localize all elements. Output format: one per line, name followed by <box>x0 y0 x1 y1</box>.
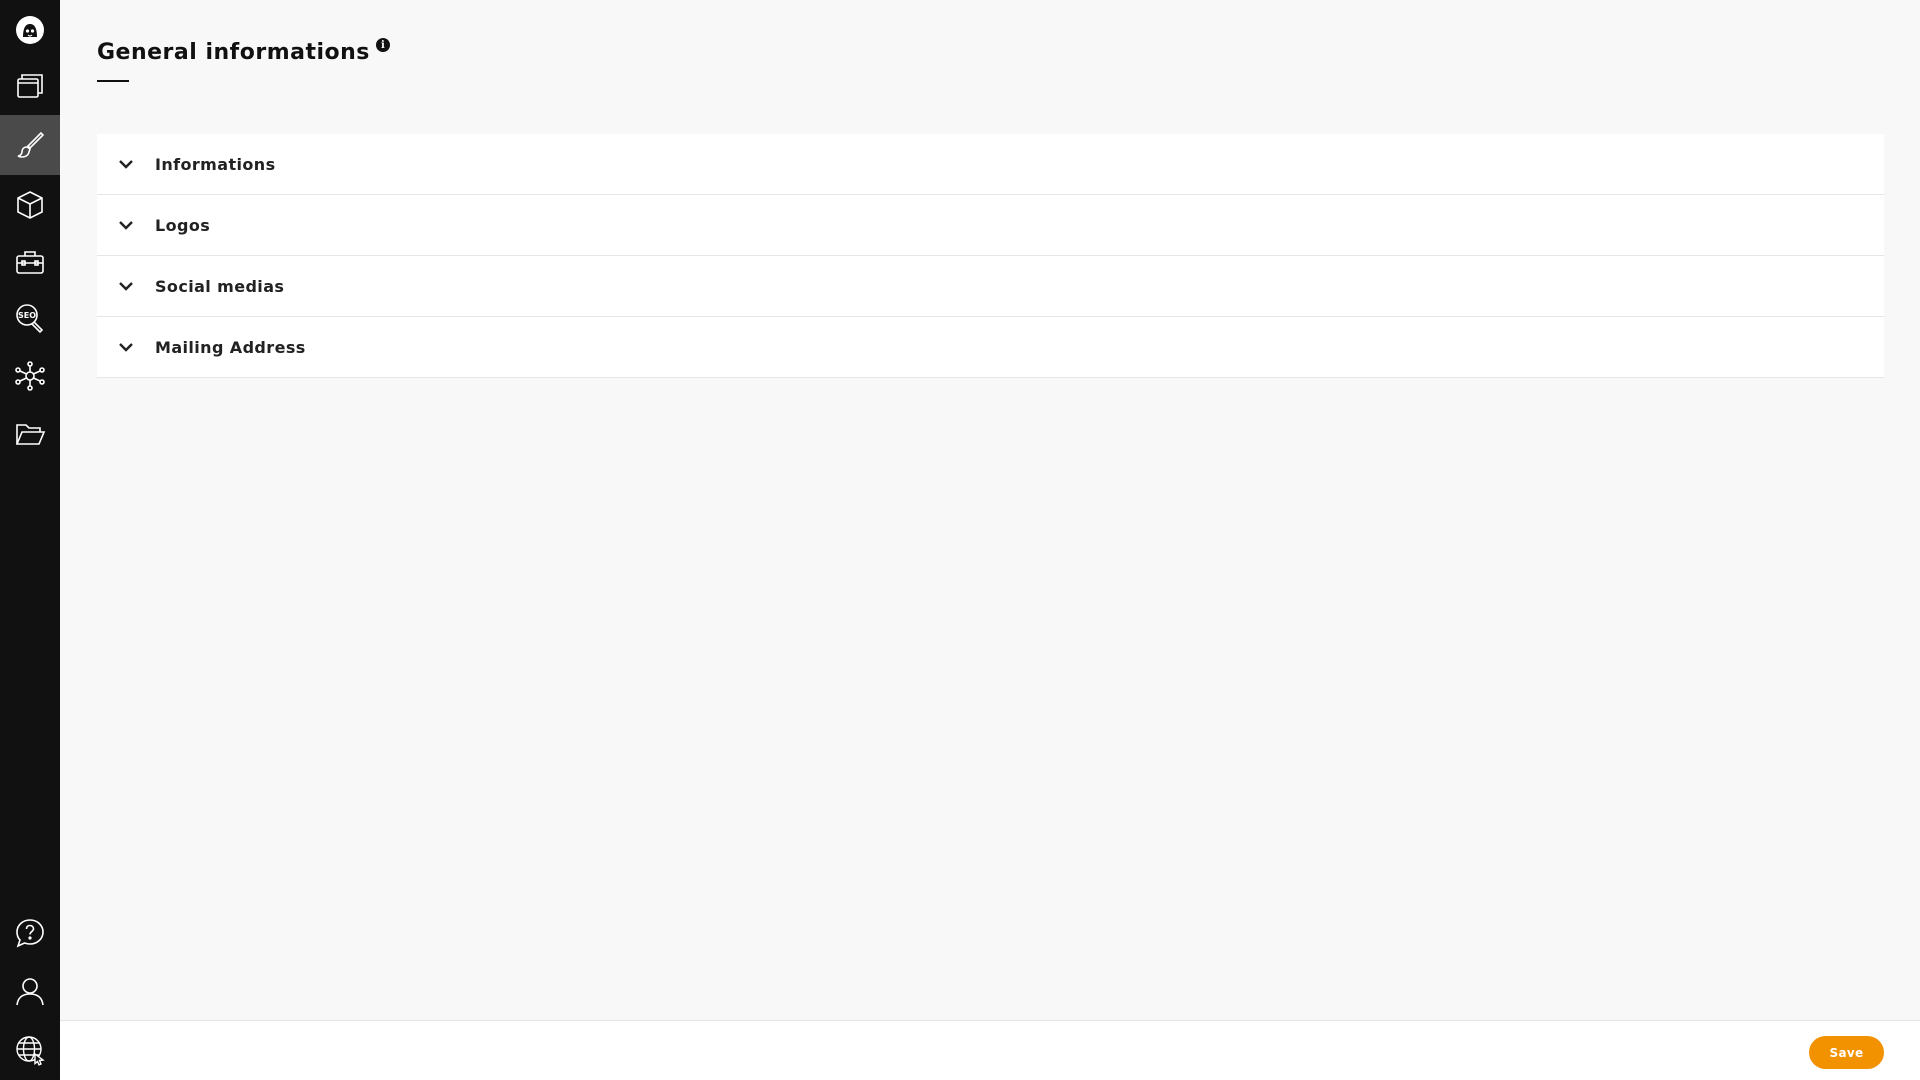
sidebar-item-products[interactable] <box>0 175 60 235</box>
seo-search-icon: SEO <box>16 304 44 334</box>
accordion: Informations Logos Social medias Mailing… <box>97 134 1884 378</box>
sidebar-item-help[interactable] <box>0 903 60 963</box>
cube-icon <box>17 191 43 219</box>
info-icon[interactable]: i <box>375 38 390 52</box>
page-title: General informations <box>97 40 370 65</box>
toolbox-icon <box>16 251 44 274</box>
sidebar-item-logo[interactable] <box>0 0 60 60</box>
accordion-label: Social medias <box>155 276 285 296</box>
accordion-item-logos[interactable]: Logos <box>97 195 1884 256</box>
accordion-label: Informations <box>155 154 276 174</box>
main-content: General informations i Informations Logo… <box>60 0 1920 1020</box>
accordion-item-social-medias[interactable]: Social medias <box>97 256 1884 317</box>
accordion-label: Mailing Address <box>155 337 306 357</box>
help-chat-icon <box>16 919 44 948</box>
sidebar-item-files[interactable] <box>0 404 60 464</box>
windows-icon <box>17 74 43 98</box>
chevron-down-icon <box>119 343 133 352</box>
brush-icon <box>17 131 45 158</box>
user-icon <box>16 978 44 1006</box>
sidebar-item-design[interactable] <box>0 115 60 175</box>
save-button[interactable]: Save <box>1809 1036 1884 1069</box>
sidebar-item-integrations[interactable] <box>0 346 60 406</box>
network-icon <box>15 361 45 391</box>
page-header: General informations i <box>97 38 390 68</box>
globe-icon <box>16 1036 45 1066</box>
footer-bar: Save <box>60 1020 1920 1080</box>
logo-icon <box>16 16 44 44</box>
chevron-down-icon <box>119 221 133 230</box>
accordion-item-mailing-address[interactable]: Mailing Address <box>97 317 1884 378</box>
sidebar-item-language[interactable] <box>0 1020 60 1080</box>
sidebar: SEO <box>0 0 60 1080</box>
title-underline <box>97 80 129 82</box>
sidebar-item-seo[interactable]: SEO <box>0 288 60 348</box>
accordion-label: Logos <box>155 215 211 235</box>
folder-open-icon <box>15 424 46 445</box>
chevron-down-icon <box>119 160 133 169</box>
sidebar-item-account[interactable] <box>0 961 60 1021</box>
accordion-item-informations[interactable]: Informations <box>97 134 1884 195</box>
sidebar-item-tools[interactable] <box>0 232 60 292</box>
chevron-down-icon <box>119 282 133 291</box>
sidebar-item-pages[interactable] <box>0 55 60 115</box>
svg-text:SEO: SEO <box>18 311 36 320</box>
